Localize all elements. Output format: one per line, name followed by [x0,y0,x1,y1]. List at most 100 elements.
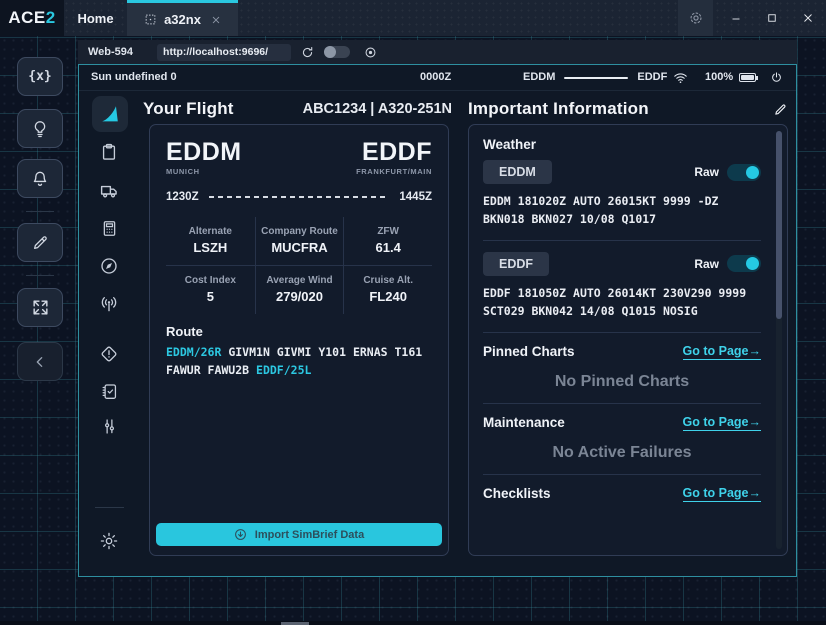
rail-flight-button[interactable] [92,96,128,132]
maintenance-label: Maintenance [483,415,565,430]
screenshot-camera-icon[interactable] [364,46,377,59]
metar-eddm: EDDM 181020Z AUTO 26015KT 9999 -DZ BKN01… [483,192,757,229]
status-time: 0000Z [420,65,451,90]
detail-alternate: AlternateLSZH [166,217,255,265]
metar-text: 181050Z AUTO 26014KT 230V290 9999 SCT029… [483,286,746,318]
toggle-knob [746,257,759,270]
edit-pencil-icon[interactable] [773,102,788,117]
route-arrival-runway: EDDF/25L [256,363,311,377]
lightbulb-icon [30,119,50,139]
rail-atc-button[interactable] [96,291,122,317]
sliders-icon [100,417,119,436]
refresh-icon[interactable] [301,46,314,59]
rail-ground-button[interactable] [96,177,122,203]
window-close-button[interactable] [790,0,826,36]
url-input[interactable]: http://localhost:9696/ [157,44,291,61]
weather-station-row: EDDM Raw [483,160,761,184]
maintenance-go-to-page-link[interactable]: Go to Page→ [683,415,761,431]
origin-city: MUNICH [166,167,242,176]
wifi-icon [673,72,688,84]
raw-toggle-eddf[interactable] [727,255,761,272]
no-pinned-charts-text: No Pinned Charts [483,373,761,391]
metar-text: 181020Z AUTO 26015KT 9999 -DZ BKN018 BKN… [483,194,718,226]
your-flight-title: Your Flight [143,99,234,119]
rail-settings-sliders-button[interactable] [96,413,122,439]
pencil-icon [31,233,50,252]
weather-label: Weather [483,137,761,152]
maintenance-row: Maintenance Go to Page→ [483,415,761,431]
rail-settings-button[interactable] [96,528,122,554]
rail-divider [95,507,124,508]
scrollbar-thumb[interactable] [776,131,782,319]
raw-label: Raw [694,165,719,179]
route-departure-runway: EDDM/26R [166,345,221,359]
import-simbrief-label: Import SimBrief Data [255,529,364,541]
desktop-background: ACE2 Home a32nx Web-594 http:// [0,0,826,625]
sidebar-divider [26,211,54,212]
station-chip-eddf[interactable]: EDDF [483,252,549,276]
detail-cruise-alt: Cruise Alt.FL240 [343,265,432,314]
rail-failures-button[interactable] [96,341,122,367]
checklists-row: Checklists Go to Page→ [483,486,761,502]
pinned-charts-go-to-page-link[interactable]: Go to Page→ [683,344,761,360]
browser-toggle[interactable] [324,46,350,58]
titlebar: ACE2 Home a32nx [0,0,826,36]
efb-window: Sun undefined 0 0000Z EDDM EDDF 100% [78,64,797,577]
variables-button[interactable]: {x} [17,57,63,96]
chevron-left-icon [32,354,48,370]
tab-a32nx[interactable]: a32nx [127,0,238,36]
antenna-icon [99,294,119,314]
flight-dashed-line [209,196,390,198]
notifications-button[interactable] [17,159,63,198]
rail-checklists-button[interactable] [96,378,122,404]
no-active-failures-text: No Active Failures [483,444,761,462]
important-info-card: Weather EDDM Raw EDDM 181020Z AUTO 26015… [468,124,788,556]
power-icon[interactable] [770,71,783,84]
rail-navigation-button[interactable] [96,253,122,279]
checklists-go-to-page-link[interactable]: Go to Page→ [683,486,761,502]
expand-button[interactable] [17,288,63,327]
detail-company-route: Company RouteMUCFRA [255,217,344,265]
collapse-sidebar-button[interactable] [17,342,63,381]
origin-airport: EDDM MUNICH [166,139,242,176]
statusbar: Sun undefined 0 0000Z EDDM EDDF 100% [79,65,796,91]
settings-gear-button[interactable] [678,0,713,36]
battery-percent: 100% [705,65,733,90]
status-destination: EDDF [637,65,667,90]
metar-eddf: EDDF 181050Z AUTO 26014KT 230V290 9999 S… [483,284,757,321]
tab-a32nx-label: a32nx [164,12,201,27]
status-flight-route: EDDM EDDF [523,65,667,90]
station-chip-eddm[interactable]: EDDM [483,160,552,184]
destination-code: EDDF [356,139,432,165]
window-minimize-button[interactable] [718,0,754,36]
important-info-panel: Important Information Weather EDDM Raw E… [466,91,792,576]
truck-icon [99,180,120,201]
metar-station-code: EDDF [483,286,511,300]
annotate-button[interactable] [17,223,63,262]
tab-close-icon[interactable] [211,15,221,25]
window-maximize-button[interactable] [754,0,790,36]
import-simbrief-button[interactable]: Import SimBrief Data [156,523,442,546]
checklists-label: Checklists [483,486,551,501]
schedule-times: 1230Z 1445Z [166,191,432,203]
info-scrollbar[interactable] [776,131,782,549]
tab-home-label: Home [77,11,113,26]
detail-cost-index: Cost Index5 [166,265,255,314]
rail-performance-button[interactable] [96,215,122,241]
calculator-icon [100,219,119,238]
tab-home[interactable]: Home [64,0,127,36]
departure-time: 1230Z [166,191,199,203]
toggle-knob [324,46,336,58]
section-divider [483,332,761,333]
detail-zfw: ZFW61.4 [343,217,432,265]
raw-toggle-eddm[interactable] [727,164,761,181]
checklist-notebook-icon [100,382,119,401]
rail-dispatch-button[interactable] [96,139,122,165]
logo-text: ACE [8,8,45,28]
section-divider [483,240,761,241]
logo-accent: 2 [46,8,56,28]
session-label: Web-594 [88,46,133,58]
detail-average-wind: Average Wind279/020 [255,265,344,314]
lightbulb-button[interactable] [17,109,63,148]
destination-airport: EDDF FRANKFURT/MAIN [356,139,432,176]
